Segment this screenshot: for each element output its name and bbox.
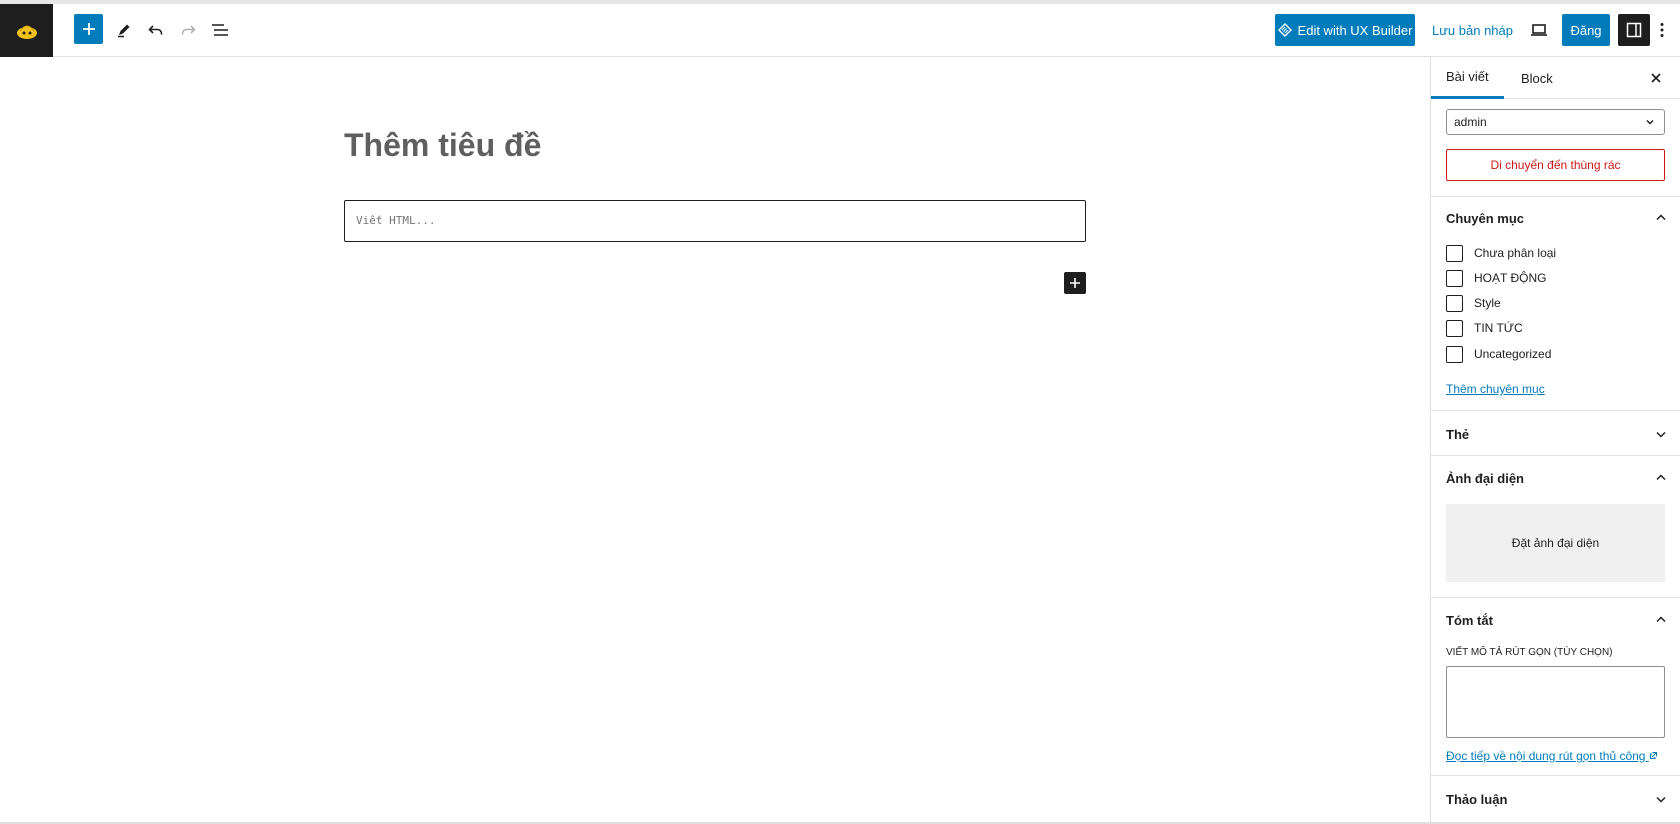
category-label: Chưa phân loại [1474, 246, 1557, 260]
chevron-down-icon [1656, 796, 1666, 803]
ux-builder-icon [1277, 23, 1292, 37]
category-checkbox[interactable] [1446, 319, 1463, 337]
ux-builder-label: Edit with UX Builder [1297, 22, 1413, 38]
excerpt-textarea[interactable] [1446, 666, 1665, 738]
top-edge-line [0, 0, 1680, 4]
redo-icon [181, 25, 196, 35]
options-menu-button[interactable] [1652, 14, 1672, 46]
chevron-down-icon [1656, 431, 1666, 438]
excerpt-help-link[interactable]: Đọc tiếp về nội dung rút gọn thủ công [1446, 749, 1658, 763]
category-item[interactable]: Chưa phân loại [1446, 244, 1556, 262]
tools-button[interactable] [108, 14, 140, 46]
category-checkbox[interactable] [1446, 294, 1463, 312]
custom-html-block[interactable]: Viết HTML... [344, 200, 1086, 242]
chevron-up-icon [1656, 214, 1666, 221]
panel-divider [1431, 455, 1680, 456]
editor-canvas: Thêm tiêu đề Viết HTML... [0, 57, 1430, 824]
list-view-icon [212, 24, 228, 36]
discussion-title: Thảo luận [1446, 791, 1508, 807]
publish-button[interactable]: Đăng [1562, 14, 1610, 46]
categories-panel-toggle[interactable]: Chuyên mục [1446, 208, 1668, 228]
chevron-up-icon [1656, 474, 1666, 481]
category-item[interactable]: TIN TỨC [1446, 319, 1523, 337]
vertical-ellipsis-icon [1660, 23, 1664, 37]
redo-button[interactable] [172, 14, 204, 46]
featured-image-panel-toggle[interactable]: Ảnh đại diện [1446, 468, 1668, 488]
excerpt-title: Tóm tắt [1446, 612, 1493, 628]
tags-title: Thẻ [1446, 426, 1470, 442]
close-sidebar-button[interactable] [1645, 67, 1667, 89]
category-label: HOẠT ĐỘNG [1474, 271, 1547, 285]
category-checkbox[interactable] [1446, 269, 1463, 287]
category-checkbox[interactable] [1446, 244, 1463, 262]
categories-title: Chuyên mục [1446, 210, 1525, 226]
excerpt-panel-toggle[interactable]: Tóm tắt [1446, 610, 1668, 630]
add-category-link[interactable]: Thêm chuyên mục [1446, 382, 1545, 396]
document-overview-button[interactable] [204, 14, 236, 46]
external-link-icon [1649, 752, 1657, 759]
save-draft-button[interactable]: Lưu bản nháp [1432, 14, 1513, 46]
sidebar-panel-icon [1626, 22, 1642, 38]
category-item[interactable]: HOẠT ĐỘNG [1446, 269, 1546, 287]
edit-with-ux-builder-button[interactable]: Edit with UX Builder [1275, 14, 1415, 46]
category-item[interactable]: Uncategorized [1446, 345, 1551, 363]
tags-panel-toggle[interactable]: Thẻ [1446, 424, 1668, 444]
settings-toggle-button[interactable] [1618, 14, 1650, 46]
undo-icon [148, 25, 163, 35]
move-to-trash-button[interactable]: Di chuyển đến thùng rác [1446, 149, 1665, 181]
excerpt-label: VIẾT MÔ TẢ RÚT GỌN (TÙY CHỌN) [1446, 647, 1613, 658]
category-label: TIN TỨC [1474, 321, 1523, 335]
category-label: Uncategorized [1474, 347, 1552, 361]
plus-icon [1070, 278, 1080, 288]
site-logo-button[interactable] [0, 4, 53, 57]
featured-image-title: Ảnh đại diện [1446, 470, 1524, 486]
panel-divider [1431, 410, 1680, 411]
close-icon [1651, 73, 1661, 83]
author-value: admin [1454, 115, 1487, 129]
add-block-button[interactable] [1064, 272, 1086, 294]
site-logo-icon [16, 25, 37, 39]
panel-divider [1431, 597, 1680, 598]
plus-icon [82, 23, 95, 35]
category-label: Style [1474, 296, 1501, 310]
desktop-preview-icon [1531, 24, 1547, 36]
tab-post[interactable]: Bài viết [1431, 57, 1504, 99]
panel-divider [1431, 196, 1680, 197]
undo-button[interactable] [140, 14, 172, 46]
sidebar-tabs: Bài viết Block [1431, 57, 1680, 99]
top-toolbar: Edit with UX Builder Lưu bản nháp Đăng [0, 0, 1680, 57]
chevron-up-icon [1656, 616, 1666, 623]
excerpt-help-link-text: Đọc tiếp về nội dung rút gọn thủ công [1446, 749, 1646, 763]
discussion-panel-toggle[interactable]: Thảo luận [1446, 789, 1668, 809]
author-select[interactable]: admin [1446, 109, 1665, 135]
chevron-down-icon [1646, 120, 1654, 125]
pencil-icon [118, 24, 130, 38]
settings-sidebar: Bài viết Block admin Di chuyển đến thùng… [1430, 57, 1680, 824]
post-title-input[interactable]: Thêm tiêu đề [344, 127, 541, 164]
category-item[interactable]: Style [1446, 294, 1501, 312]
block-inserter-button[interactable] [74, 14, 103, 44]
set-featured-image-button[interactable]: Đặt ảnh đại diện [1446, 504, 1665, 582]
panel-divider [1431, 775, 1680, 776]
preview-button[interactable] [1523, 14, 1555, 46]
tab-block[interactable]: Block [1513, 57, 1561, 99]
category-checkbox[interactable] [1446, 345, 1463, 363]
